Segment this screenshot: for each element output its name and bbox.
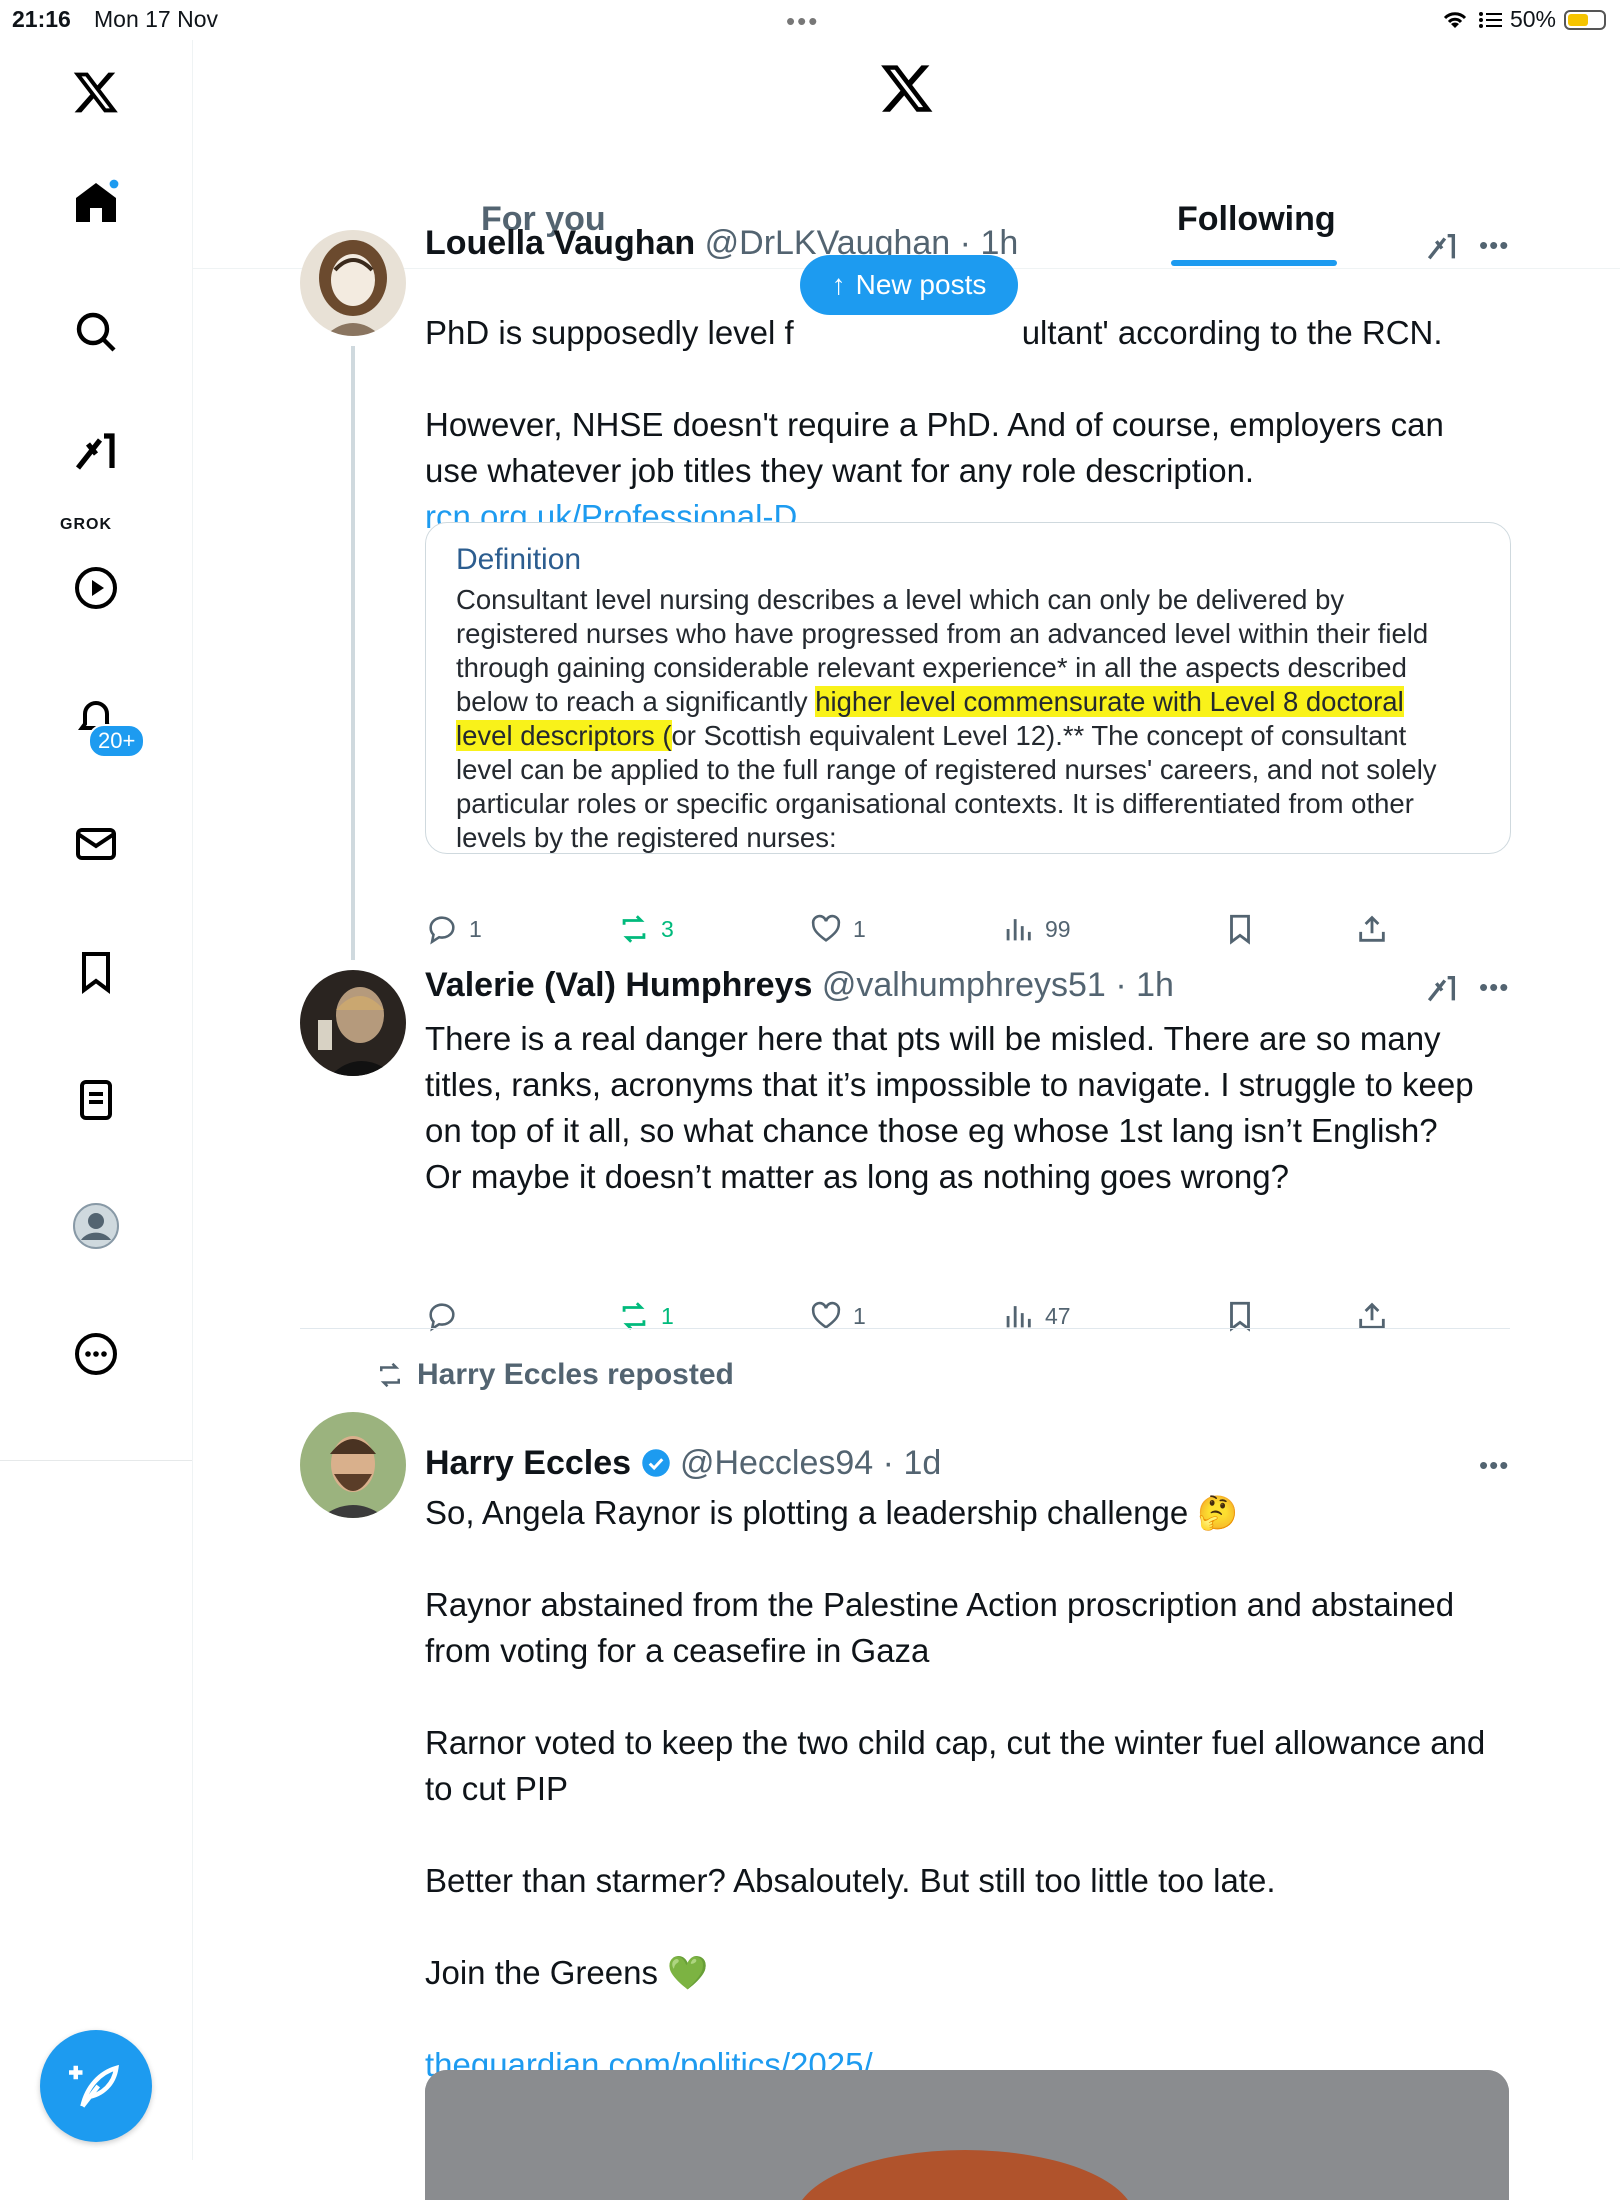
reposted-by[interactable]: Harry Eccles reposted xyxy=(375,1358,734,1392)
post-text: There is a real danger here that pts wil… xyxy=(425,1020,1474,1195)
avatar[interactable] xyxy=(300,970,406,1076)
status-time: 21:16 xyxy=(12,6,71,32)
verified-badge-icon xyxy=(641,1449,670,1477)
search-icon[interactable] xyxy=(64,300,128,364)
views-chart-icon xyxy=(1006,919,1031,941)
sidebar-divider xyxy=(0,1460,192,1461)
multitasking-dots-icon[interactable]: ••• xyxy=(786,6,819,37)
messages-envelope-icon[interactable] xyxy=(64,812,128,876)
post-text: PhD is supposedly level f ultant' accordi… xyxy=(425,314,1444,535)
post-more-icon[interactable]: ••• xyxy=(1479,230,1509,261)
author-handle[interactable]: @Heccles94 xyxy=(680,1444,873,1482)
author-handle[interactable]: @valhumphreys51 xyxy=(822,966,1106,1004)
repost-icon xyxy=(622,915,646,943)
arrow-up-icon: ↑ xyxy=(831,269,846,300)
post-media-image[interactable] xyxy=(425,2070,1509,2200)
author-name[interactable]: Louella Vaughan xyxy=(425,224,695,262)
heart-icon xyxy=(811,914,841,942)
grok-explain-icon[interactable] xyxy=(1425,972,1459,1011)
status-date: Mon 17 Nov xyxy=(94,6,219,32)
active-tab-indicator xyxy=(1171,260,1337,266)
grok-label: GROK xyxy=(60,516,112,533)
views-button[interactable]: 99 xyxy=(1001,912,1071,946)
bookmarks-icon[interactable] xyxy=(64,940,128,1004)
notification-count-badge: 20+ xyxy=(88,724,146,758)
list-icon xyxy=(1478,11,1502,28)
reply-icon xyxy=(429,916,455,945)
share-button[interactable] xyxy=(1355,912,1389,946)
repost-icon xyxy=(380,1362,400,1388)
video-play-icon[interactable] xyxy=(64,556,128,620)
reposted-by-label: Harry Eccles reposted xyxy=(417,1358,734,1391)
bookmark-button[interactable] xyxy=(1223,912,1257,946)
avatar[interactable] xyxy=(300,1412,406,1518)
thread-connector xyxy=(351,346,355,960)
status-bar: 21:16 Mon 17 Nov ••• 50% xyxy=(0,0,1620,40)
author-name[interactable]: Harry Eccles xyxy=(425,1444,631,1482)
like-button[interactable]: 1 xyxy=(809,912,866,946)
compose-post-button[interactable] xyxy=(40,2030,152,2142)
card-title: Definition xyxy=(456,543,582,576)
battery-percent: 50% xyxy=(1509,6,1556,32)
grok-icon[interactable] xyxy=(64,420,128,484)
post-text: So, Angela Raynor is plotting a leadersh… xyxy=(425,1494,1486,2083)
home-icon[interactable] xyxy=(64,170,128,234)
tab-following[interactable]: Following xyxy=(1177,200,1336,239)
post-time[interactable]: · 1d xyxy=(883,1444,942,1482)
post-divider xyxy=(300,1328,1510,1329)
author-name[interactable]: Valerie (Val) Humphreys xyxy=(425,966,812,1004)
image-card[interactable]: Definition Consultant level nursing desc… xyxy=(425,522,1511,854)
lists-icon[interactable] xyxy=(64,1068,128,1132)
share-icon xyxy=(1359,915,1385,942)
reply-button[interactable]: 1 xyxy=(425,912,482,946)
profile-avatar-icon[interactable] xyxy=(64,1194,128,1258)
battery-icon xyxy=(1564,9,1606,30)
compose-feather-icon xyxy=(69,2064,119,2108)
card-body: Consultant level nursing describes a lev… xyxy=(456,584,1437,853)
new-posts-label: New posts xyxy=(855,269,987,300)
new-posts-button[interactable]: ↑ New posts xyxy=(800,255,1018,315)
avatar[interactable] xyxy=(300,230,406,336)
post-time[interactable]: · 1h xyxy=(1115,966,1174,1004)
post-more-icon[interactable]: ••• xyxy=(1479,972,1509,1003)
post-more-icon[interactable]: ••• xyxy=(1479,1450,1509,1481)
post-actions: 1 1 47 xyxy=(425,1299,1445,1339)
wifi-icon xyxy=(1443,11,1467,28)
bookmark-icon xyxy=(1230,914,1250,945)
x-logo-icon[interactable] xyxy=(64,60,128,124)
sidebar: GROK 20+ xyxy=(0,40,193,2160)
post-actions: 1 3 1 99 xyxy=(425,912,1445,952)
x-header-logo-icon[interactable] xyxy=(879,60,935,121)
more-options-icon[interactable] xyxy=(64,1322,128,1386)
grok-explain-icon[interactable] xyxy=(1425,230,1459,269)
main-timeline: For you Following ↑ New posts Louella Va… xyxy=(193,40,1620,2200)
repost-button[interactable]: 3 xyxy=(617,912,674,946)
